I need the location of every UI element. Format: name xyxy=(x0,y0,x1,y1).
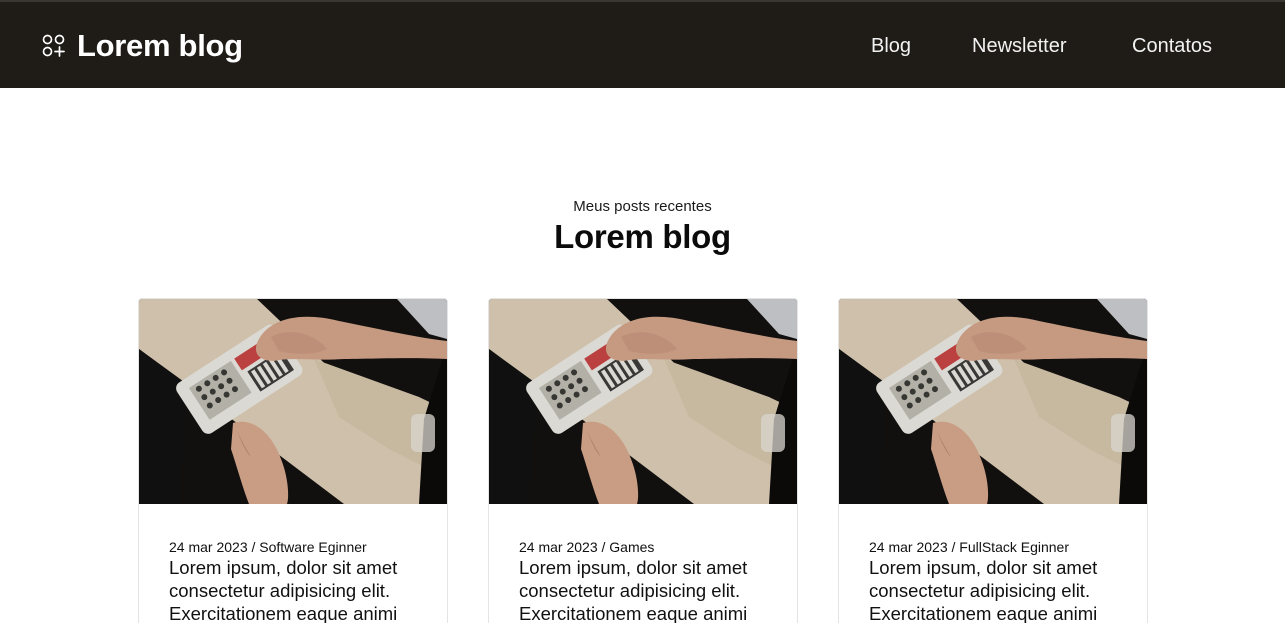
circles-plus-icon xyxy=(42,34,65,57)
post-excerpt: Lorem ipsum, dolor sit amet consectetur … xyxy=(869,557,1098,623)
post-meta: 24 mar 2023 / Software Eginner xyxy=(169,538,367,556)
section-title: Lorem blog xyxy=(554,218,731,255)
post-card[interactable]: 24 mar 2023 / Games Lorem ipsum, dolor s… xyxy=(488,298,798,623)
nav-link-newsletter[interactable]: Newsletter xyxy=(972,33,1066,59)
post-card[interactable]: 24 mar 2023 / Software Eginner Lorem ips… xyxy=(138,298,448,623)
post-image xyxy=(139,299,447,504)
post-date: 24 mar 2023 xyxy=(869,539,948,555)
section-subtitle: Meus posts recentes xyxy=(573,198,712,215)
post-meta: 24 mar 2023 / Games xyxy=(519,538,654,556)
post-image xyxy=(839,299,1147,504)
site-header: Lorem blog Blog Newsletter Contatos xyxy=(0,0,1285,88)
post-meta: 24 mar 2023 / FullStack Eginner xyxy=(869,538,1069,556)
post-date: 24 mar 2023 xyxy=(519,539,598,555)
post-excerpt: Lorem ipsum, dolor sit amet consectetur … xyxy=(169,557,398,623)
post-meta-separator: / xyxy=(597,539,610,555)
post-image xyxy=(489,299,797,504)
post-date: 24 mar 2023 xyxy=(169,539,248,555)
brand-title: Lorem blog xyxy=(77,28,243,63)
brand-logo-link[interactable]: Lorem blog xyxy=(42,28,243,64)
post-meta-separator: / xyxy=(947,539,960,555)
post-category: Games xyxy=(609,539,655,555)
post-excerpt: Lorem ipsum, dolor sit amet consectetur … xyxy=(519,557,748,623)
post-meta-separator: / xyxy=(247,539,260,555)
post-category: Software Eginner xyxy=(259,539,367,555)
nav-link-blog[interactable]: Blog xyxy=(871,33,911,59)
nav-link-contatos[interactable]: Contatos xyxy=(1132,33,1212,59)
post-category: FullStack Eginner xyxy=(959,539,1069,555)
post-card[interactable]: 24 mar 2023 / FullStack Eginner Lorem ip… xyxy=(838,298,1148,623)
